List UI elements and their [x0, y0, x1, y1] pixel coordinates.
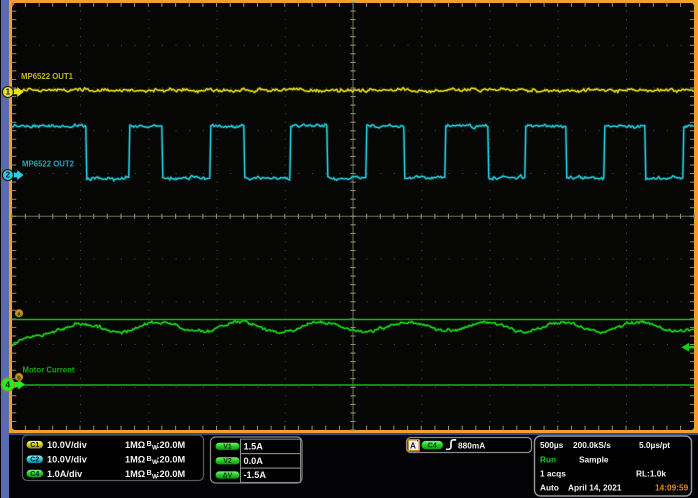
svg-text:14:09:59: 14:09:59: [655, 483, 689, 493]
svg-text:5.0µs/pt: 5.0µs/pt: [639, 440, 670, 450]
svg-text:0.0A: 0.0A: [244, 456, 264, 466]
svg-text:Run: Run: [540, 455, 556, 465]
svg-text:A: A: [410, 442, 416, 451]
svg-text:C1: C1: [30, 442, 39, 449]
svg-text:Motor Current: Motor Current: [23, 366, 75, 375]
svg-text:RL:1.0k: RL:1.0k: [636, 469, 666, 479]
svg-text:C2: C2: [30, 457, 39, 464]
svg-text:1 acqs: 1 acqs: [540, 469, 566, 479]
svg-text:B: B: [147, 439, 152, 448]
svg-text:1: 1: [6, 88, 11, 97]
svg-text:B: B: [147, 468, 152, 477]
svg-text:2: 2: [6, 171, 11, 180]
svg-text:200.0kS/s: 200.0kS/s: [573, 440, 611, 450]
svg-text:Sample: Sample: [579, 455, 609, 465]
svg-text:1.0A/div: 1.0A/div: [47, 469, 83, 479]
svg-text:1.5A: 1.5A: [244, 442, 264, 452]
svg-text:MP6522 OUT2: MP6522 OUT2: [22, 160, 75, 169]
svg-text:1MΩ: 1MΩ: [125, 469, 145, 479]
svg-text:MP6522 OUT1: MP6522 OUT1: [21, 72, 74, 81]
svg-text:C4: C4: [428, 442, 437, 449]
svg-text:-1.5A: -1.5A: [244, 470, 267, 480]
svg-text:4: 4: [5, 380, 10, 390]
svg-text::20.0M: :20.0M: [157, 455, 186, 465]
svg-text:Auto: Auto: [540, 483, 559, 493]
svg-text::20.0M: :20.0M: [157, 469, 186, 479]
svg-text:10.0V/div: 10.0V/div: [47, 455, 88, 465]
svg-text:500µs: 500µs: [540, 440, 564, 450]
svg-text:ΔV: ΔV: [223, 472, 233, 479]
svg-text:B: B: [147, 454, 152, 463]
svg-text:880mA: 880mA: [458, 441, 485, 451]
svg-text:V1: V1: [223, 444, 232, 451]
svg-text:1MΩ: 1MΩ: [125, 440, 145, 450]
svg-text:V2: V2: [223, 458, 232, 465]
svg-text:C4: C4: [30, 471, 39, 478]
svg-text:10.0V/div: 10.0V/div: [47, 440, 88, 450]
svg-text:1MΩ: 1MΩ: [125, 455, 145, 465]
svg-text:b: b: [17, 375, 21, 381]
svg-text:April 14, 2021: April 14, 2021: [568, 483, 622, 493]
svg-text::20.0M: :20.0M: [157, 440, 186, 450]
